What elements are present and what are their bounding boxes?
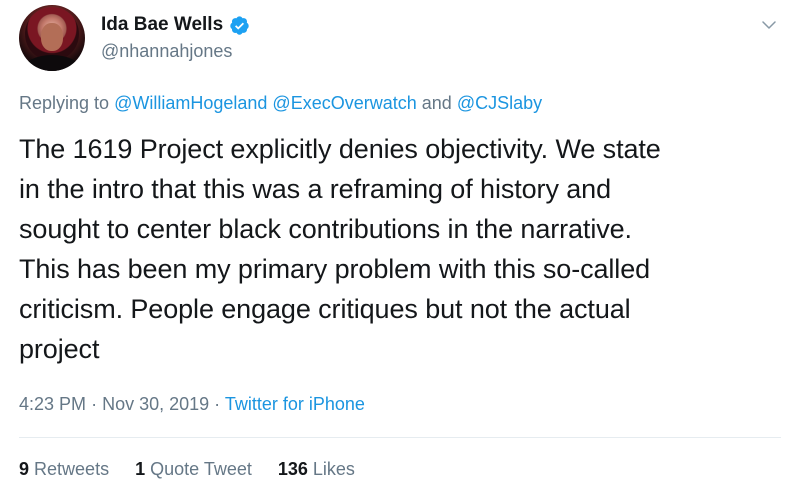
user-name-row[interactable]: Ida Bae Wells	[101, 14, 250, 36]
mention-link[interactable]: @WilliamHogeland	[114, 93, 267, 113]
meta-separator: ·	[91, 394, 98, 414]
retweets-stat[interactable]: 9 Retweets	[19, 459, 109, 480]
tweet-time[interactable]: 4:23 PM	[19, 394, 86, 414]
tweet-card: Ida Bae Wells @nhannahjones Replying to …	[0, 0, 800, 494]
verified-badge-icon	[230, 15, 249, 35]
tweet-source-link[interactable]: Twitter for iPhone	[225, 394, 365, 414]
quote-tweets-count: 1	[135, 459, 146, 479]
likes-label: Likes	[312, 459, 355, 479]
mention-link[interactable]: @CJSlaby	[457, 93, 542, 113]
tweet-stats: 9 Retweets 1 Quote Tweet 136 Likes	[19, 459, 355, 480]
likes-stat[interactable]: 136 Likes	[278, 459, 355, 480]
meta-separator: ·	[214, 394, 221, 414]
avatar-shoulder	[23, 55, 81, 71]
display-name[interactable]: Ida Bae Wells	[101, 14, 223, 36]
chevron-down-icon[interactable]	[760, 16, 778, 34]
replying-to: Replying to @WilliamHogeland @ExecOverwa…	[19, 93, 542, 114]
avatar-face	[41, 23, 63, 51]
retweets-label: Retweets	[34, 459, 110, 479]
quote-tweets-label: Quote Tweet	[150, 459, 252, 479]
mention-link[interactable]: @ExecOverwatch	[272, 93, 416, 113]
likes-count: 136	[277, 459, 308, 479]
tweet-text: The 1619 Project explicitly denies objec…	[19, 134, 661, 364]
user-handle[interactable]: @nhannahjones	[101, 41, 232, 62]
replying-prefix: Replying to	[19, 93, 110, 113]
retweets-count: 9	[19, 459, 30, 479]
tweet-date[interactable]: Nov 30, 2019	[102, 394, 209, 414]
tweet-meta: 4:23 PM · Nov 30, 2019 · Twitter for iPh…	[19, 394, 365, 415]
quote-tweets-stat[interactable]: 1 Quote Tweet	[135, 459, 252, 480]
replying-conjunction: and	[421, 93, 452, 113]
divider	[19, 437, 781, 438]
avatar[interactable]	[19, 5, 85, 71]
